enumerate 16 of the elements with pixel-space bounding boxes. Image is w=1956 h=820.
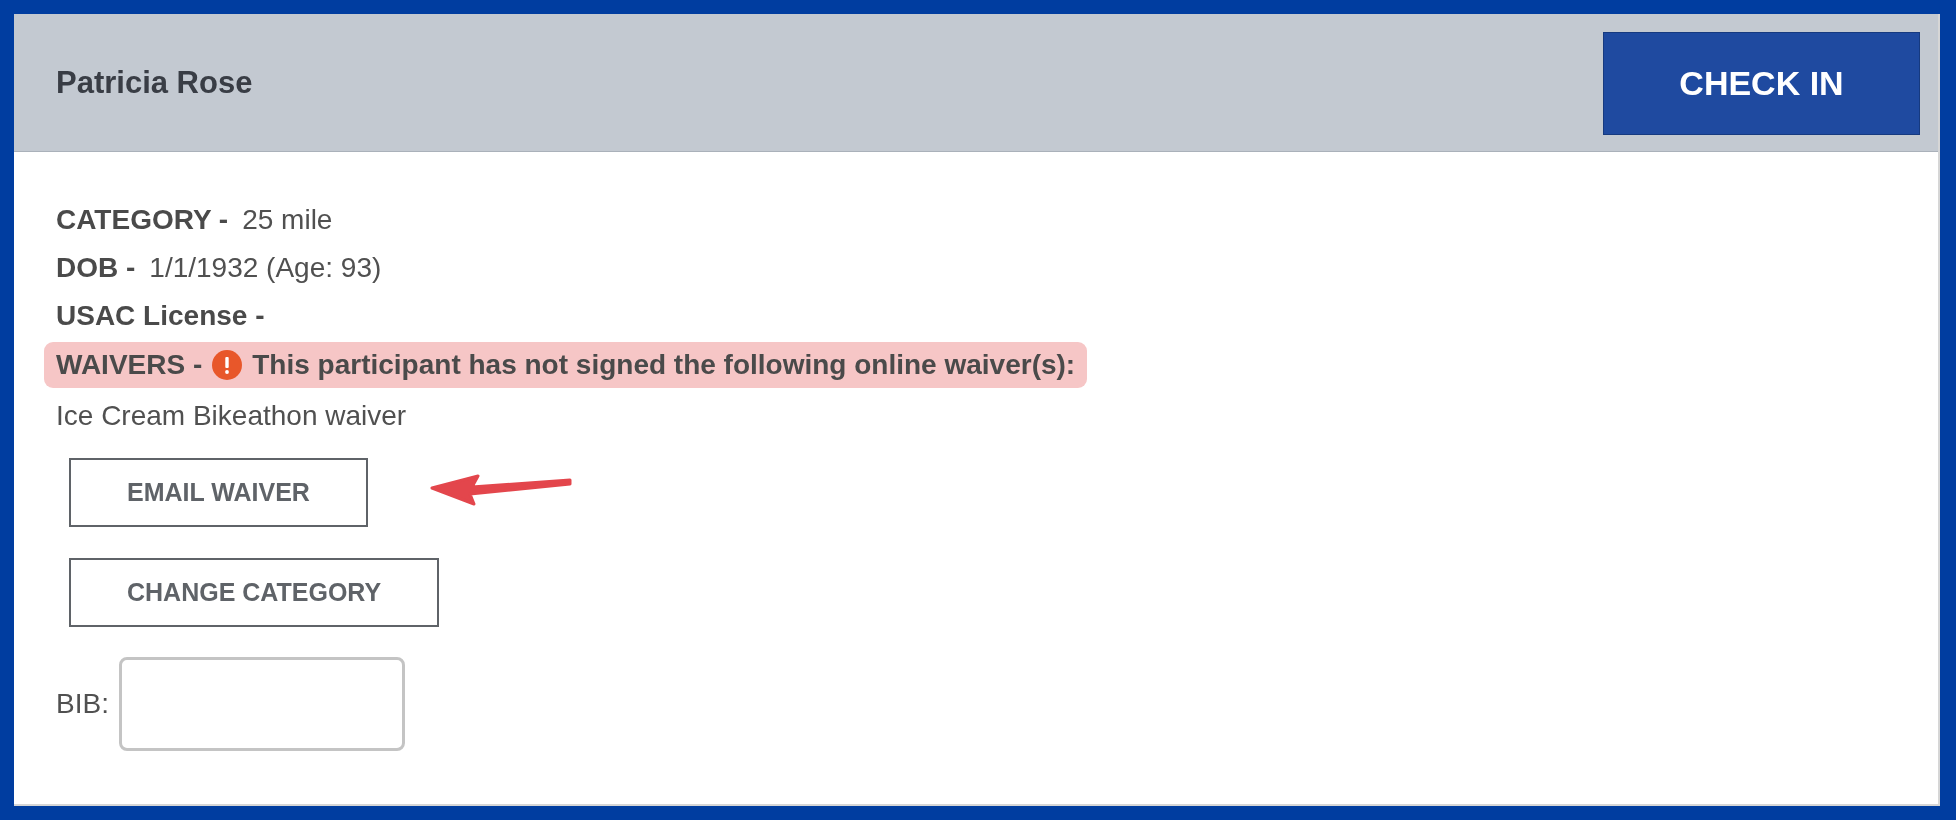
arrow-icon <box>430 472 574 506</box>
bib-input[interactable] <box>118 657 405 751</box>
alert-icon <box>212 350 243 380</box>
outline-button[interactable]: EMAIL WAIVER <box>69 458 368 527</box>
participant-name: Patricia Rose <box>56 64 253 101</box>
warning-text: This participant has not signed the following online waiver(s): <box>252 349 1076 381</box>
outline-button[interactable]: CHANGE CATEGORY <box>69 558 440 627</box>
detail-label: WAIVERS - <box>56 349 203 381</box>
waiver-name: Ice Cream Bikeathon waiver <box>56 400 407 432</box>
detail-label: CATEGORY - <box>56 204 229 236</box>
check-in-button[interactable]: CHECK IN <box>1603 32 1920 135</box>
detail-label: DOB - <box>56 252 136 284</box>
detail-label: USAC License - <box>56 300 265 332</box>
detail-value: 25 mile <box>242 204 333 236</box>
detail-value: 1/1/1932 (Age: 93) <box>149 252 382 284</box>
bib-label: BIB: <box>56 688 109 720</box>
